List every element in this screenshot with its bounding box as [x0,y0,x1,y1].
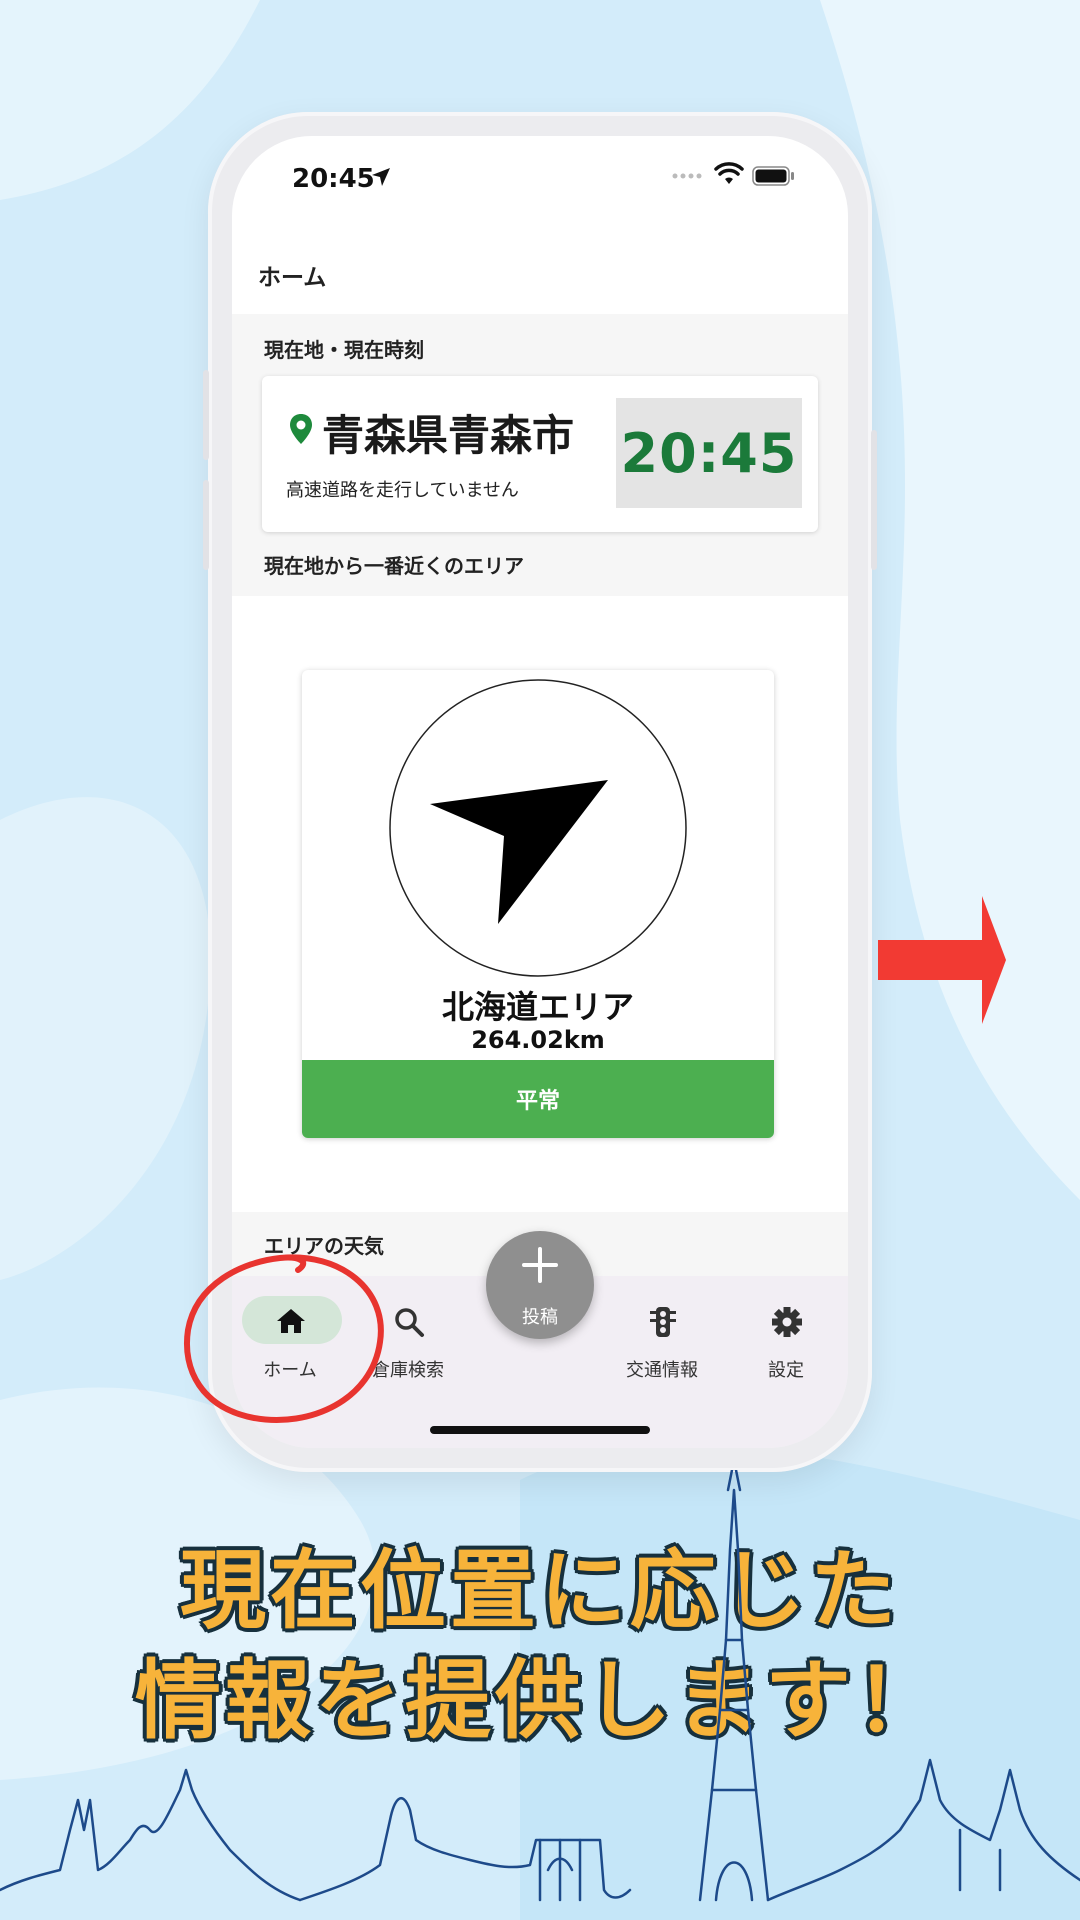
search-icon [395,1308,424,1337]
page-title: ホーム [258,265,327,291]
app-header: ホーム [232,222,848,314]
nearest-area-section-label: 現在地から一番近くのエリア [264,554,524,578]
nav-item-traffic-info[interactable]: 交通情報 [602,1276,722,1396]
nav-label-traffic-info: 交通情報 [626,1360,698,1381]
nearest-area-card[interactable]: 北海道エリア 264.02km 平常 [302,670,774,1138]
status-bar: 20:45 [232,136,848,222]
nearest-area-name: 北海道エリア [441,988,634,1026]
current-time-box: 20:45 [616,398,802,508]
gear-icon [772,1307,802,1337]
post-fab-button[interactable]: 投稿 [486,1231,594,1339]
current-location-card: 青森県青森市 高速道路を走行していません 20:45 [262,376,818,532]
current-location-name: 青森県青森市 [322,411,575,460]
arrow-right-annotation [878,896,1006,1024]
phone-side-button [871,430,877,570]
battery-icon [752,166,794,186]
current-time: 20:45 [620,421,798,485]
phone-side-button [203,480,209,570]
highlight-circle-annotation [184,1254,384,1423]
plus-icon [522,1247,558,1283]
home-indicator [430,1426,650,1434]
phone-side-button [203,370,209,460]
wifi-icon [714,162,744,184]
city-skyline-illustration [0,1470,1080,1902]
post-fab-label: 投稿 [522,1307,558,1328]
location-pin-icon [290,414,312,444]
status-time: 20:45 [292,164,375,194]
traffic-light-icon [650,1307,676,1337]
nearest-area-distance: 264.02km [471,1026,605,1054]
highway-status-text: 高速道路を走行していません [286,480,519,501]
nav-item-settings[interactable]: 設定 [726,1276,846,1396]
area-status-badge: 平常 [302,1060,774,1138]
current-location-section-label: 現在地・現在時刻 [264,338,424,362]
location-arrow-icon [372,168,390,186]
nav-label-settings: 設定 [768,1360,804,1381]
area-status-label: 平常 [515,1089,560,1114]
signal-dots-icon [672,173,702,179]
direction-arrow-icon [389,679,687,977]
